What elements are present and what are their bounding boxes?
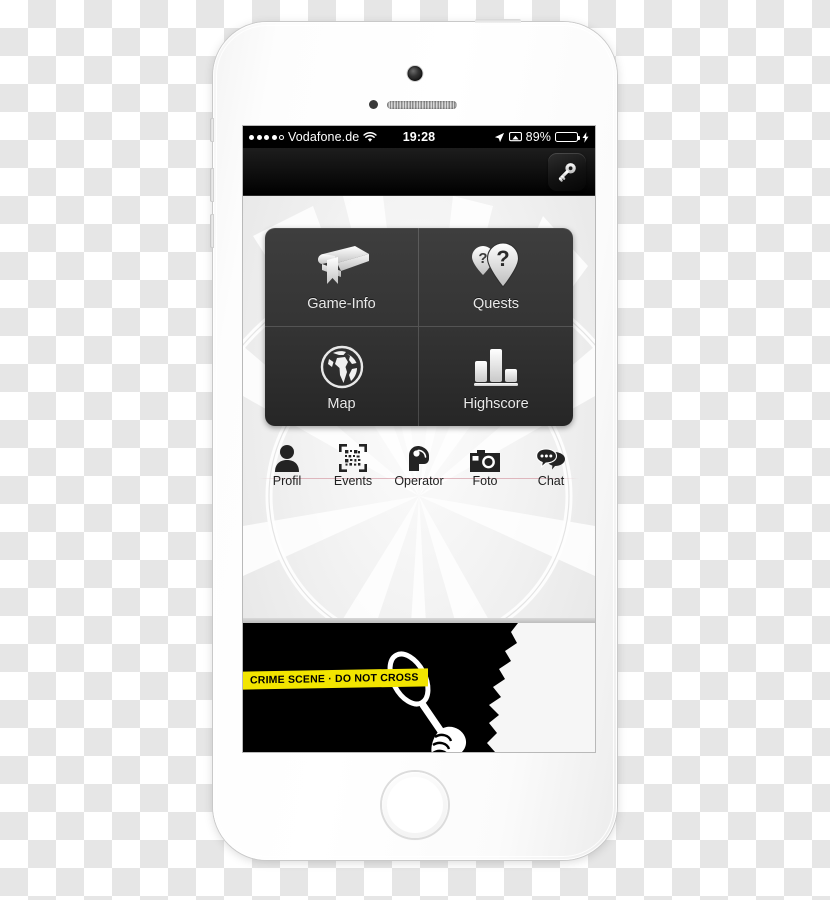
- quick-action-label: Chat: [537, 474, 565, 488]
- speech-bubbles-icon: [536, 442, 566, 472]
- bar-chart-icon: [470, 342, 522, 390]
- crime-scene-banner[interactable]: CRIME SCENE · DO NOT CROSS: [243, 618, 595, 752]
- qr-code-scan-icon: [339, 442, 367, 472]
- key-button[interactable]: [548, 153, 586, 191]
- nav-bar: [243, 148, 595, 196]
- quick-action-label: Foto: [472, 474, 498, 488]
- quick-action-label: Profil: [272, 474, 302, 488]
- power-button[interactable]: [475, 19, 521, 23]
- quick-action-label: Events: [333, 474, 373, 488]
- quick-actions-row: Profil Events Operator Foto Chat: [243, 442, 595, 488]
- headset-operator-icon: [405, 442, 433, 472]
- quick-action-profil[interactable]: Profil: [260, 442, 314, 488]
- menu-tile-label: Map: [327, 395, 356, 412]
- globe-icon: [319, 342, 365, 390]
- proximity-sensor: [369, 100, 378, 109]
- status-bar: Vodafone.de 19:28 89%: [243, 126, 595, 148]
- app-content: Game-Info ? ? Quests Map Highscore Profi…: [243, 196, 595, 752]
- signal-strength-icon: [249, 134, 284, 140]
- menu-tile-label: Quests: [473, 296, 519, 312]
- mute-switch[interactable]: [210, 118, 214, 142]
- quick-action-operator[interactable]: Operator: [392, 442, 446, 488]
- key-icon: [555, 160, 579, 184]
- main-menu-grid: Game-Info ? ? Quests Map Highscore: [265, 228, 573, 426]
- menu-tile-label: Highscore: [463, 395, 529, 412]
- quick-action-foto[interactable]: Foto: [458, 442, 512, 488]
- earpiece-speaker: [387, 101, 457, 109]
- volume-up-button[interactable]: [210, 168, 214, 202]
- airplay-icon: [508, 131, 522, 143]
- lightning-bolt-icon: [582, 131, 589, 143]
- phone-screen: Vodafone.de 19:28 89% Game-Info ? ? Ques…: [243, 126, 595, 752]
- battery-percent-label: 89%: [525, 130, 551, 144]
- svg-text:?: ?: [496, 246, 509, 271]
- wifi-icon: [363, 131, 377, 143]
- menu-tile-map[interactable]: Map: [265, 327, 419, 426]
- book-icon: [311, 242, 373, 290]
- map-pin-question-icon: ? ?: [467, 242, 525, 290]
- volume-down-button[interactable]: [210, 214, 214, 248]
- quick-action-label: Operator: [394, 474, 444, 488]
- location-arrow-icon: [494, 132, 505, 143]
- person-icon: [274, 442, 300, 472]
- menu-tile-quests[interactable]: ? ? Quests: [419, 228, 573, 327]
- menu-tile-game-info[interactable]: Game-Info: [265, 228, 419, 327]
- quick-action-chat[interactable]: Chat: [524, 442, 578, 488]
- battery-icon: [555, 132, 580, 142]
- svg-text:?: ?: [478, 250, 487, 267]
- front-camera: [407, 66, 423, 81]
- menu-tile-label: Game-Info: [307, 296, 376, 312]
- home-button[interactable]: [382, 772, 448, 838]
- quick-action-events[interactable]: Events: [326, 442, 380, 488]
- menu-tile-highscore[interactable]: Highscore: [419, 327, 573, 426]
- phone-device: Vodafone.de 19:28 89% Game-Info ? ? Ques…: [210, 19, 617, 860]
- camera-icon: [470, 442, 500, 472]
- crime-scene-tape: CRIME SCENE · DO NOT CROSS: [243, 668, 428, 690]
- carrier-name: Vodafone.de: [288, 130, 360, 144]
